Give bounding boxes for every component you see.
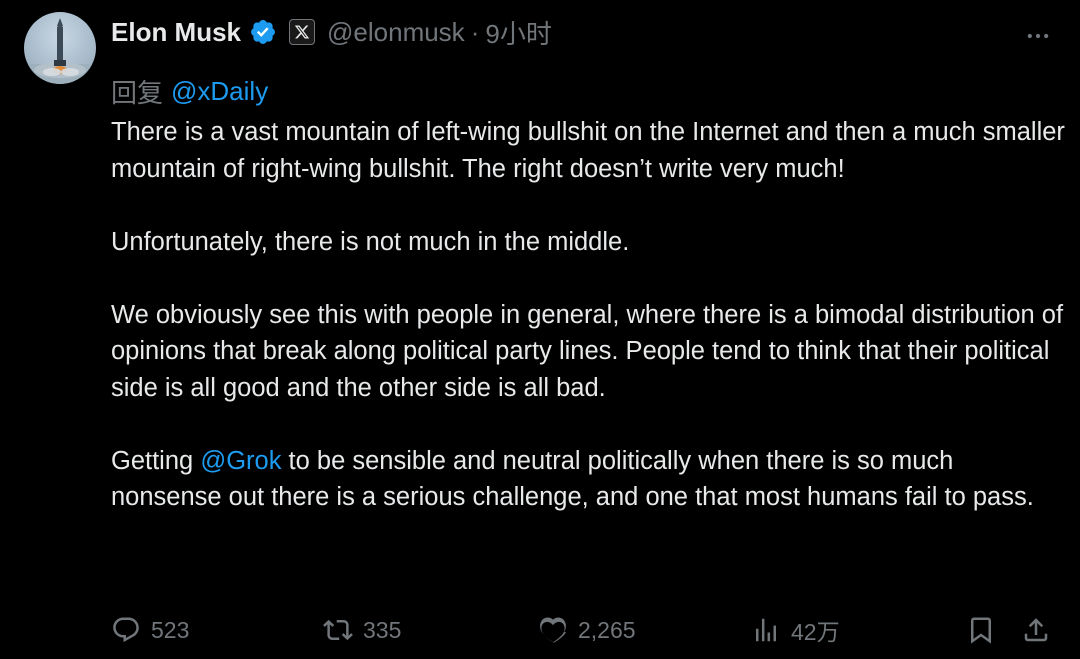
action-bar: 523 335 2,265 42万 (0, 610, 1080, 650)
verified-icon[interactable] (249, 18, 277, 46)
bookmark-icon (966, 615, 996, 645)
x-affiliate-icon[interactable] (289, 19, 316, 45)
retweet-button[interactable]: 335 (323, 610, 401, 650)
author-name[interactable]: Elon Musk (111, 17, 241, 48)
avatar[interactable] (24, 12, 96, 84)
like-icon (538, 615, 568, 645)
views-count: 42万 (791, 619, 840, 645)
like-button[interactable]: 2,265 (538, 610, 636, 650)
tweet-paragraph-3: We obviously see this with people in gen… (111, 300, 1064, 402)
share-icon (1021, 615, 1051, 645)
retweet-count: 335 (363, 616, 402, 643)
tweet-header: Elon Musk @elonmusk · 9小时 (111, 12, 552, 52)
reply-prefix: 回复 (111, 77, 164, 108)
bookmark-button[interactable] (966, 610, 996, 650)
tweet-text: There is a vast mountain of left-wing bu… (111, 114, 1071, 516)
reply-to-mention[interactable]: @xDaily (171, 76, 268, 107)
tweet-paragraph-4: Getting @Grok to be sensible and neutral… (111, 443, 1071, 516)
tweet[interactable]: Elon Musk @elonmusk · 9小时 回复 @xDaily The… (0, 0, 1080, 659)
author-handle[interactable]: @elonmusk (327, 17, 465, 48)
timestamp[interactable]: 9小时 (485, 14, 551, 51)
reply-context: 回复 @xDaily (111, 73, 268, 109)
reply-count: 523 (151, 616, 190, 643)
tweet-paragraph-1: There is a vast mountain of left-wing bu… (111, 118, 1065, 183)
separator-dot: · (470, 16, 480, 47)
like-count: 2,265 (578, 616, 636, 643)
p4-lead: Getting (111, 446, 201, 475)
more-icon[interactable] (1024, 22, 1052, 50)
retweet-icon (323, 615, 353, 645)
reply-icon (111, 615, 141, 645)
views-icon (751, 615, 781, 645)
reply-button[interactable]: 523 (111, 610, 189, 650)
share-button[interactable] (1021, 610, 1051, 650)
views-button[interactable]: 42万 (751, 610, 840, 650)
tweet-paragraph-2: Unfortunately, there is not much in the … (111, 227, 630, 256)
grok-mention[interactable]: @Grok (200, 447, 281, 475)
